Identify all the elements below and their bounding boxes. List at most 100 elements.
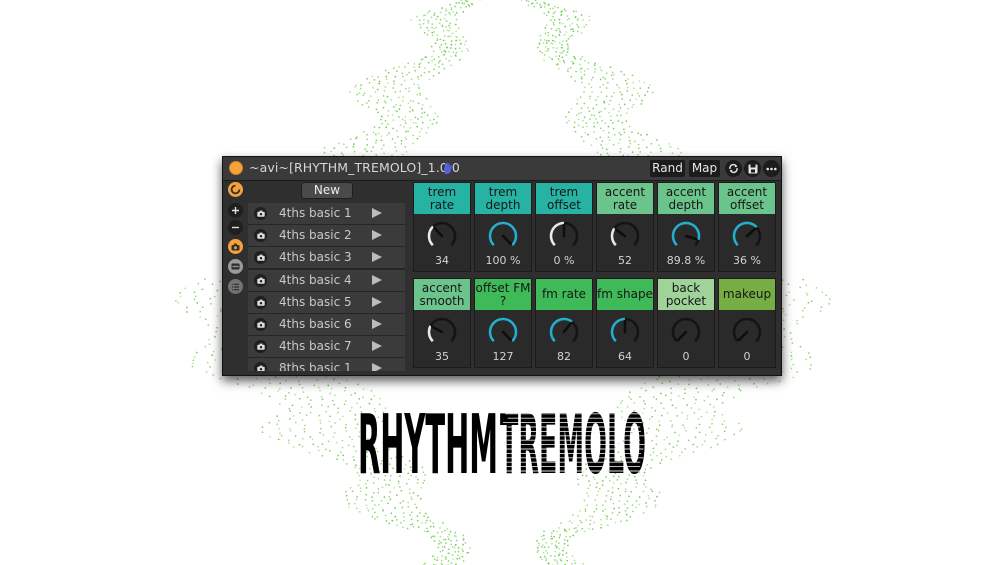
snapshot-button[interactable]: [228, 239, 243, 254]
camera-icon[interactable]: [254, 362, 267, 371]
param-label: trem depth: [475, 183, 531, 214]
param-knob[interactable]: [548, 316, 580, 348]
preset-name: 4ths basic 1: [279, 206, 352, 220]
param-cell: accent depth 89.8 %: [657, 182, 715, 272]
save-icon: [231, 263, 240, 270]
sync-icon: [729, 163, 738, 174]
param-cell: fm rate 82: [535, 278, 593, 368]
minus-icon: [232, 226, 239, 229]
param-label: accent offset: [719, 183, 775, 214]
param-knob[interactable]: [548, 220, 580, 252]
param-knob[interactable]: [731, 316, 763, 348]
camera-icon[interactable]: [254, 295, 267, 309]
param-knob[interactable]: [609, 220, 641, 252]
param-label: trem offset: [536, 183, 592, 214]
camera-icon[interactable]: [254, 317, 267, 331]
play-icon[interactable]: [372, 230, 382, 241]
store-button[interactable]: [228, 259, 243, 274]
param-value: 127: [492, 350, 514, 363]
play-icon[interactable]: [372, 318, 382, 329]
param-cell: trem rate 34: [413, 182, 471, 272]
camera-icon[interactable]: [254, 340, 267, 354]
preset-name: 4ths basic 7: [279, 339, 352, 354]
new-preset-button[interactable]: New: [301, 182, 353, 199]
param-knob[interactable]: [426, 220, 458, 252]
preset-name: 4ths basic 4: [279, 272, 352, 287]
param-label: fm shape: [597, 279, 653, 310]
param-cell: back pocket 0: [657, 278, 715, 368]
preset-name: 8ths basic 1: [279, 361, 352, 371]
play-icon[interactable]: [372, 208, 382, 218]
remove-preset-button[interactable]: [228, 220, 243, 235]
camera-icon[interactable]: [254, 207, 267, 220]
param-knob[interactable]: [426, 316, 458, 348]
preset-name: 4ths basic 3: [279, 250, 352, 265]
play-icon[interactable]: [372, 274, 382, 285]
param-cell: makeup 0: [718, 278, 776, 368]
list-icon: [232, 283, 239, 290]
param-cell: offset FM ? 127: [474, 278, 532, 368]
preset-list: 4ths basic 1 4ths basic 2 4ths basic 3 4ths…: [248, 203, 405, 371]
device-power-toggle[interactable]: [229, 161, 243, 175]
floppy-icon: [748, 164, 757, 173]
param-label: accent depth: [658, 183, 714, 214]
param-value: 0 %: [553, 254, 575, 267]
param-knob[interactable]: [670, 316, 702, 348]
preset-name: 4ths basic 5: [279, 294, 352, 309]
preset-logo-button[interactable]: [228, 182, 243, 197]
param-value: 0: [743, 350, 751, 363]
preset-row[interactable]: 4ths basic 5: [248, 291, 405, 313]
param-value: 36 %: [733, 254, 761, 267]
device-window: ~avi~[RHYTHM_TREMOLO]_1.0.0 Rand Map New…: [222, 156, 782, 376]
ellipsis-icon: [766, 167, 777, 170]
preset-row[interactable]: 4ths basic 7: [248, 336, 405, 358]
more-options-button[interactable]: [763, 160, 780, 177]
preset-name: 4ths basic 6: [279, 316, 352, 331]
param-value: 35: [435, 350, 449, 363]
param-knob[interactable]: [609, 316, 641, 348]
param-knob[interactable]: [670, 220, 702, 252]
param-cell: trem depth 100 %: [474, 182, 532, 272]
hand-icon[interactable]: [441, 161, 455, 175]
camera-icon[interactable]: [254, 273, 267, 287]
param-label: back pocket: [658, 279, 714, 310]
preset-name: 4ths basic 2: [279, 228, 352, 243]
power-logo-icon: [230, 184, 241, 195]
param-value: 82: [557, 350, 571, 363]
preset-row[interactable]: 4ths basic 1: [248, 203, 405, 224]
preset-row[interactable]: 4ths basic 4: [248, 269, 405, 291]
param-cell: fm shape 64: [596, 278, 654, 368]
camera-icon[interactable]: [254, 251, 267, 265]
sync-button[interactable]: [725, 160, 742, 177]
add-preset-button[interactable]: [228, 203, 243, 218]
param-label: makeup: [719, 279, 775, 310]
param-label: offset FM ?: [475, 279, 531, 310]
play-icon[interactable]: [372, 363, 382, 371]
map-button[interactable]: Map: [689, 160, 720, 177]
param-cell: accent smooth 35: [413, 278, 471, 368]
param-label: trem rate: [414, 183, 470, 214]
preset-row[interactable]: 4ths basic 3: [248, 247, 405, 269]
preset-row[interactable]: 4ths basic 2: [248, 225, 405, 247]
play-icon[interactable]: [372, 296, 382, 307]
camera-icon: [231, 243, 240, 250]
save-device-button[interactable]: [744, 160, 761, 177]
param-label: accent rate: [597, 183, 653, 214]
param-knob[interactable]: [731, 220, 763, 252]
param-label: accent smooth: [414, 279, 470, 310]
play-icon[interactable]: [372, 341, 382, 352]
play-icon[interactable]: [372, 252, 382, 263]
camera-icon[interactable]: [254, 229, 267, 243]
preset-row[interactable]: 4ths basic 6: [248, 313, 405, 335]
param-knob[interactable]: [487, 316, 519, 348]
param-value: 64: [618, 350, 632, 363]
preset-row[interactable]: 8ths basic 1: [248, 358, 405, 371]
list-view-button[interactable]: [228, 279, 243, 294]
param-knob[interactable]: [487, 220, 519, 252]
param-value: 0: [682, 350, 690, 363]
rand-button[interactable]: Rand: [650, 160, 685, 177]
param-value: 34: [435, 254, 449, 267]
title-bar: ~avi~[RHYTHM_TREMOLO]_1.0.0 Rand Map: [223, 157, 781, 181]
param-cell: accent rate 52: [596, 182, 654, 272]
param-value: 100 %: [485, 254, 521, 267]
